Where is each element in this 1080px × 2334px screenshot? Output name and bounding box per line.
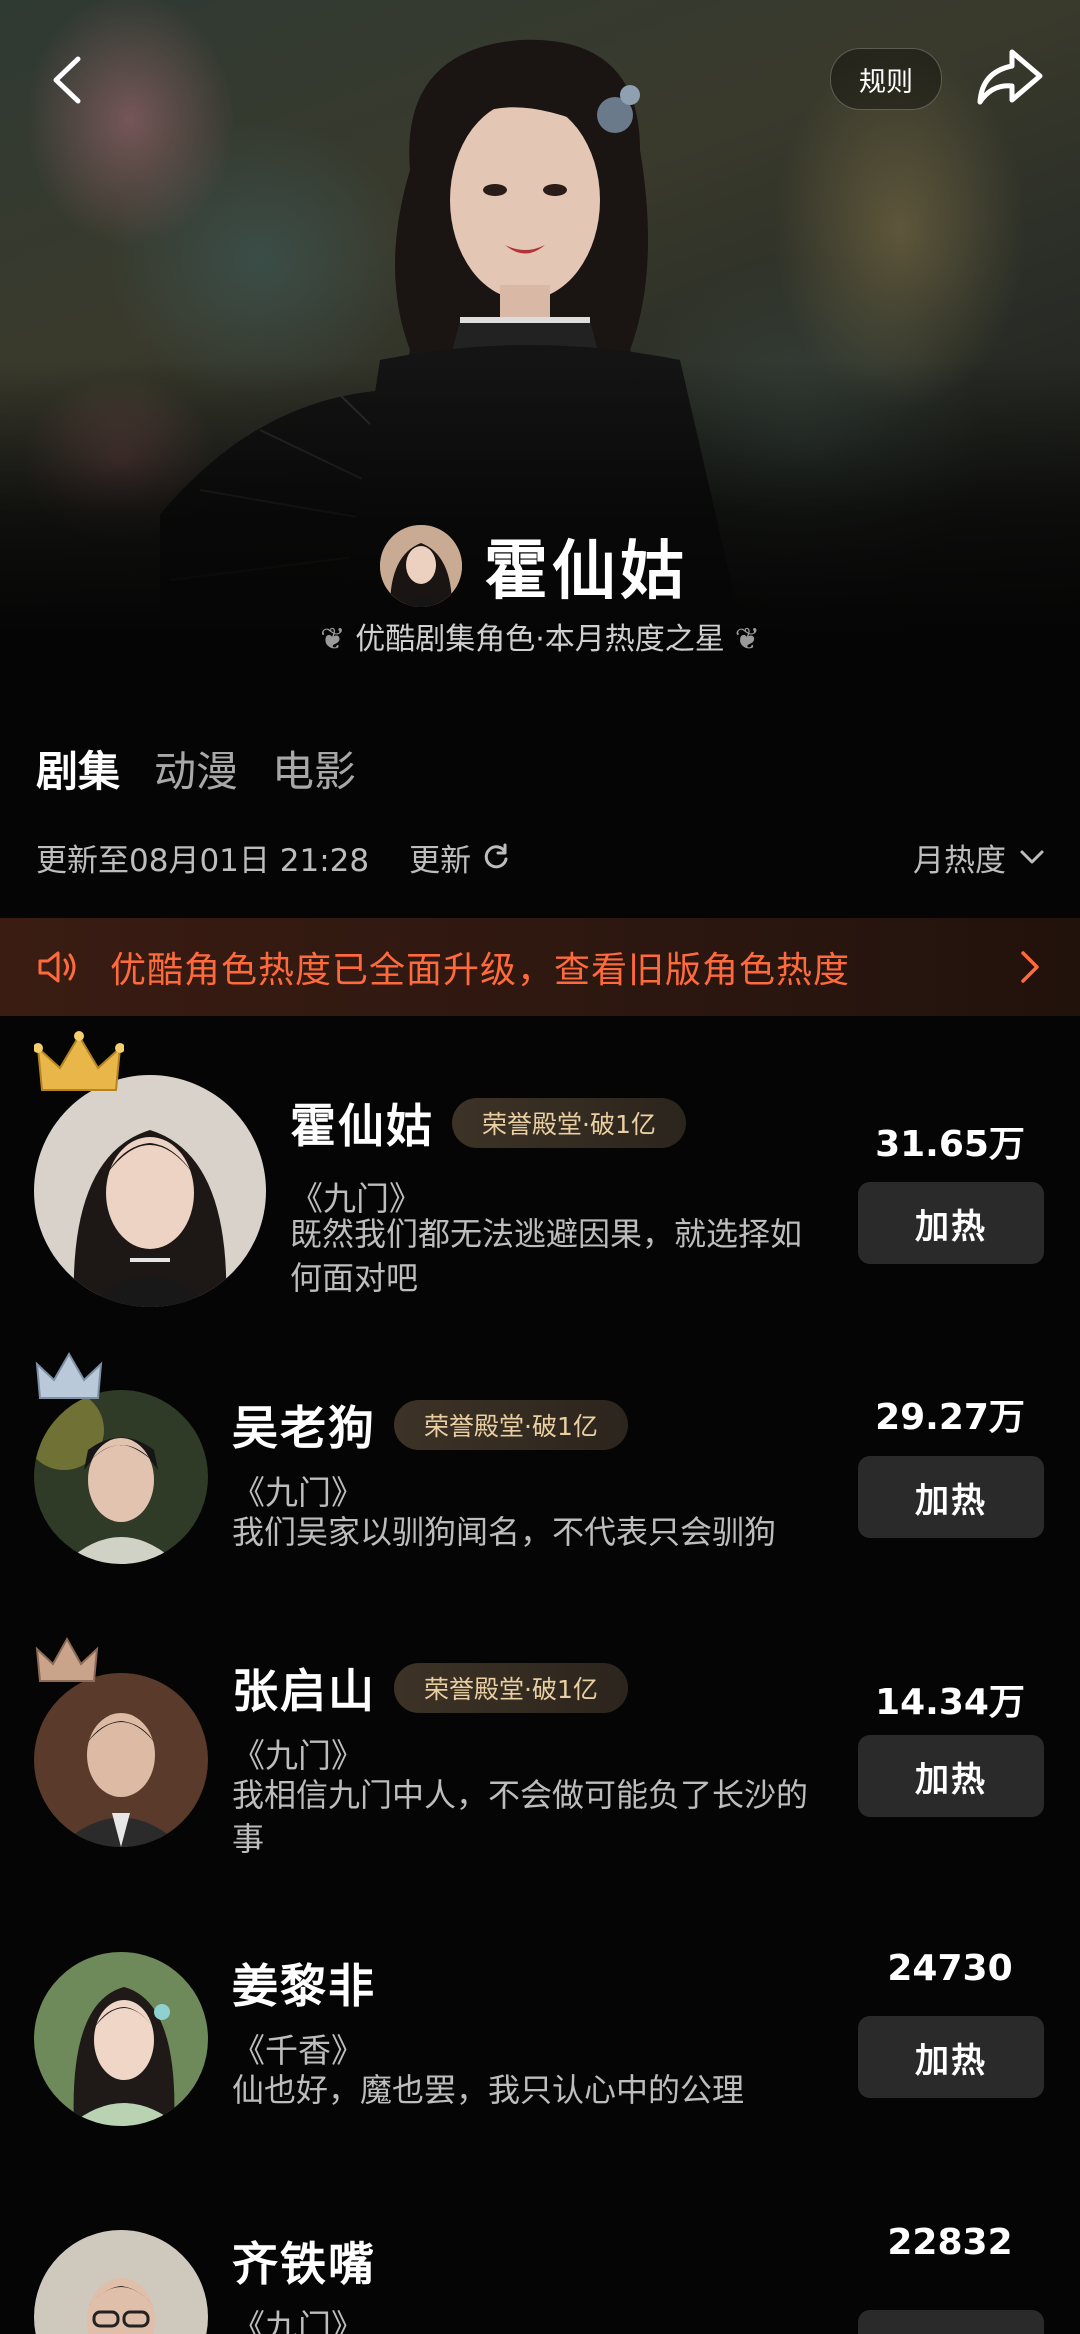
avatar bbox=[34, 1390, 208, 1564]
refresh-icon bbox=[484, 843, 508, 869]
avatar bbox=[34, 1673, 208, 1847]
refresh-button[interactable]: 更新 bbox=[409, 835, 511, 880]
ranking-item[interactable]: 齐铁嘴 《九门》 22832 加热 bbox=[0, 2200, 1080, 2334]
heat-button[interactable]: 加热 bbox=[858, 2016, 1044, 2098]
avatar bbox=[34, 2230, 208, 2334]
ranking-item[interactable]: 霍仙姑 荣誉殿堂·破1亿 《九门》 既然我们都无法逃避因果，就选择如何面对吧 3… bbox=[0, 1020, 1080, 1320]
name-line: 张启山 荣誉殿堂·破1亿 bbox=[232, 1655, 628, 1721]
sort-dropdown[interactable]: 月热度 bbox=[913, 835, 1046, 880]
ranking-item[interactable]: 姜黎非 《千香》 仙也好，魔也罢，我只认心中的公理 24730 加热 bbox=[0, 1930, 1080, 2150]
update-time: 更新至08月01日 21:28 bbox=[36, 842, 370, 879]
avatar bbox=[34, 1075, 266, 1307]
character-quote: 我相信九门中人，不会做可能负了长沙的事 bbox=[232, 1776, 809, 1858]
subtitle-text: 优酷剧集角色·本月热度之星 bbox=[355, 622, 725, 657]
heat-score: 24730 bbox=[887, 1948, 1013, 1989]
heat-button[interactable]: 加热 bbox=[858, 1182, 1044, 1264]
tab-drama[interactable]: 剧集 bbox=[36, 738, 120, 799]
heat-score: 29.27万 bbox=[875, 1397, 1025, 1438]
heat-score: 22832 bbox=[887, 2222, 1013, 2263]
share-button[interactable] bbox=[972, 42, 1048, 114]
share-icon bbox=[977, 49, 1043, 105]
heat-button[interactable]: 加热 bbox=[858, 1456, 1044, 1538]
name-line: 霍仙姑 荣誉殿堂·破1亿 bbox=[290, 1090, 686, 1156]
refresh-label: 更新 bbox=[409, 842, 472, 879]
heat-score: 31.65万 bbox=[875, 1124, 1025, 1165]
ranking-item[interactable]: 张启山 荣誉殿堂·破1亿 《九门》 我相信九门中人，不会做可能负了长沙的事 14… bbox=[0, 1635, 1080, 1885]
chevron-right-icon bbox=[1021, 951, 1039, 983]
gold-crown-icon bbox=[34, 1031, 124, 1091]
chevron-down-icon bbox=[1020, 850, 1044, 864]
character-name: 齐铁嘴 bbox=[232, 2237, 376, 2291]
tab-anime[interactable]: 动漫 bbox=[154, 738, 238, 799]
honor-badge: 荣誉殿堂·破1亿 bbox=[394, 1400, 628, 1450]
character-avatar bbox=[380, 525, 462, 607]
character-quote: 既然我们都无法逃避因果，就选择如何面对吧 bbox=[290, 1215, 803, 1297]
character-name: 吴老狗 bbox=[232, 1401, 376, 1455]
category-tabs: 剧集 动漫 电影 bbox=[36, 738, 356, 799]
avatar bbox=[34, 1952, 208, 2126]
tab-movie[interactable]: 电影 bbox=[272, 738, 356, 799]
character-quote: 仙也好，魔也罢，我只认心中的公理 bbox=[232, 2071, 745, 2109]
show-title: 《九门》 bbox=[232, 2307, 364, 2334]
heat-button[interactable]: 加热 bbox=[858, 1735, 1044, 1817]
honor-badge: 荣誉殿堂·破1亿 bbox=[452, 1098, 686, 1148]
laurel-right-icon: ❦ bbox=[734, 622, 760, 657]
chevron-left-icon bbox=[53, 56, 81, 104]
back-button[interactable] bbox=[40, 45, 100, 115]
ranking-item[interactable]: 吴老狗 荣誉殿堂·破1亿 《九门》 我们吴家以驯狗闻名，不代表只会驯狗 29.2… bbox=[0, 1350, 1080, 1590]
honor-badge: 荣誉殿堂·破1亿 bbox=[394, 1663, 628, 1713]
speaker-icon bbox=[38, 951, 76, 983]
laurel-left-icon: ❦ bbox=[320, 622, 346, 657]
character-title: 霍仙姑 bbox=[380, 520, 688, 612]
character-name: 张启山 bbox=[232, 1664, 376, 1718]
character-quote: 我们吴家以驯狗闻名，不代表只会驯狗 bbox=[232, 1513, 777, 1551]
name-line: 吴老狗 荣誉殿堂·破1亿 bbox=[232, 1392, 628, 1458]
upgrade-notice-banner[interactable]: 优酷角色热度已全面升级，查看旧版角色热度 bbox=[0, 918, 1080, 1016]
show-title: 《九门》 bbox=[232, 1473, 364, 1512]
banner-text: 优酷角色热度已全面升级，查看旧版角色热度 bbox=[110, 950, 851, 991]
show-title: 《九门》 bbox=[232, 1736, 364, 1775]
heat-button[interactable]: 加热 bbox=[858, 2310, 1044, 2334]
show-title: 《千香》 bbox=[232, 2031, 364, 2070]
character-name: 霍仙姑 bbox=[484, 535, 688, 609]
name-line: 姜黎非 bbox=[232, 1950, 376, 2016]
update-row: 更新至08月01日 21:28 更新 月热度 bbox=[36, 835, 1046, 879]
bronze-crown-icon bbox=[35, 1636, 99, 1682]
character-subtitle: ❦ 优酷剧集角色·本月热度之星 ❦ bbox=[0, 614, 1080, 658]
name-line: 齐铁嘴 bbox=[232, 2228, 376, 2294]
silver-crown-icon bbox=[35, 1351, 103, 1399]
heat-score: 14.34万 bbox=[875, 1682, 1025, 1723]
character-name: 霍仙姑 bbox=[290, 1099, 434, 1153]
sort-label: 月热度 bbox=[913, 842, 1006, 879]
character-name: 姜黎非 bbox=[232, 1959, 376, 2013]
rules-button[interactable]: 规则 bbox=[830, 48, 942, 110]
